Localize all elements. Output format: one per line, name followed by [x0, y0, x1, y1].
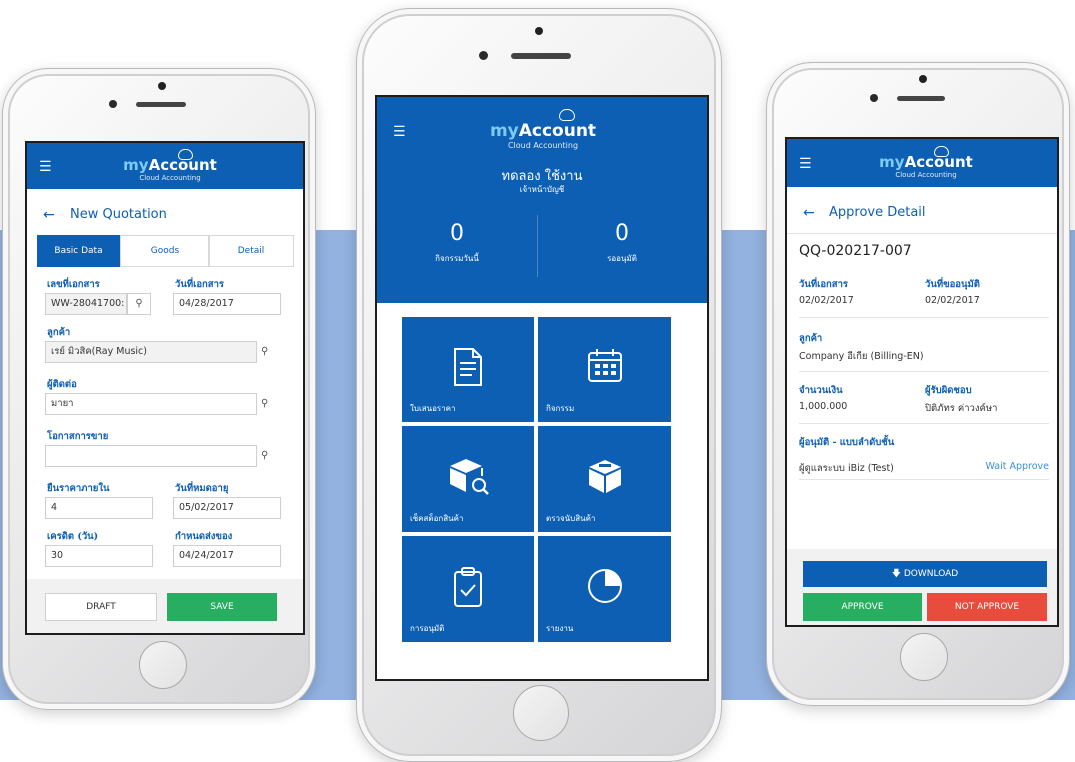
earpiece-speaker	[136, 102, 186, 107]
divider	[799, 317, 1049, 318]
price-confirm-field[interactable]: 4	[45, 497, 153, 519]
left-phone: ☰ myAccount Cloud Accounting ← New Quota…	[2, 68, 316, 710]
approver-status[interactable]: Wait Approve	[985, 461, 1049, 472]
front-sensor	[158, 82, 166, 90]
stock-search-icon	[450, 459, 489, 495]
divider	[799, 371, 1049, 372]
front-sensor	[535, 27, 543, 35]
owner-label: ผู้รับผิดชอบ	[925, 385, 972, 396]
opportunity-label: โอกาสการขาย	[47, 431, 109, 442]
app-header: ☰ myAccount Cloud Accounting	[787, 139, 1057, 187]
request-date-value: 02/02/2017	[925, 295, 980, 306]
save-button[interactable]: SAVE	[167, 593, 277, 621]
doc-date-field[interactable]: 04/28/2017	[173, 293, 281, 315]
doc-no-label: เลขที่เอกสาร	[47, 279, 100, 290]
tab-goods[interactable]: Goods	[120, 235, 210, 267]
delivery-field[interactable]: 04/24/2017	[173, 545, 281, 567]
tile-stock-count[interactable]: ตรวจนับสินค้า	[538, 426, 671, 532]
home-button[interactable]	[139, 641, 187, 689]
contact-search-icon[interactable]: ⚲	[261, 398, 268, 409]
clipboard-check-icon	[454, 567, 482, 607]
amount-label: จำนวนเงิน	[799, 385, 843, 396]
back-arrow-icon[interactable]: ←	[43, 207, 55, 223]
opportunity-field[interactable]	[45, 445, 257, 467]
expire-label: วันที่หมดอายุ	[175, 483, 229, 494]
document-number: QQ-020217-007	[799, 243, 912, 259]
contact-field[interactable]: มายา	[45, 393, 257, 415]
menu-icon[interactable]: ☰	[393, 125, 406, 139]
app-logo: myAccount Cloud Accounting	[871, 146, 981, 179]
back-arrow-icon[interactable]: ←	[803, 205, 815, 221]
request-date-label: วันที่ขออนุมัติ	[925, 279, 980, 290]
price-confirm-label: ยืนราคาภายใน	[47, 483, 110, 494]
left-screen: ☰ myAccount Cloud Accounting ← New Quota…	[25, 141, 305, 635]
user-role: เจ้าหน้าบัญชี	[519, 185, 565, 194]
tab-detail[interactable]: Detail	[208, 235, 294, 267]
divider	[799, 479, 1049, 480]
approver-value: ผู้ดูแลระบบ iBiz (Test)	[799, 463, 894, 474]
right-phone: ☰ myAccount Cloud Accounting ← Approve D…	[766, 62, 1070, 706]
app-header: ☰ myAccount Cloud Accounting	[27, 143, 303, 189]
tab-basic-data[interactable]: Basic Data	[37, 235, 120, 267]
cloud-icon	[559, 109, 575, 121]
customer-label: ลูกค้า	[799, 333, 823, 344]
center-phone: ☰ myAccount Cloud Accounting ทดลอง ใช้งา…	[356, 8, 722, 762]
doc-date-value: 02/02/2017	[799, 295, 854, 306]
page-title: New Quotation	[70, 207, 167, 222]
front-sensor	[919, 75, 927, 83]
cloud-icon	[178, 149, 193, 160]
stat-pending-approval[interactable]: 0 รออนุมัติ	[537, 221, 707, 265]
calendar-icon	[587, 349, 622, 382]
contact-label: ผู้ติดต่อ	[47, 379, 77, 390]
earpiece-speaker	[511, 53, 571, 59]
doc-no-search-button[interactable]: ⚲	[127, 293, 151, 315]
page-title: Approve Detail	[829, 205, 926, 220]
center-screen: ☰ myAccount Cloud Accounting ทดลอง ใช้งา…	[375, 95, 709, 681]
customer-field[interactable]: เรย์ มิวสิค(Ray Music)	[45, 341, 257, 363]
download-icon: 🡇	[891, 569, 904, 579]
right-screen: ☰ myAccount Cloud Accounting ← Approve D…	[785, 137, 1059, 627]
divider	[787, 233, 1057, 234]
tile-activities[interactable]: กิจกรรม	[538, 317, 671, 422]
delivery-label: กำหนดส่งของ	[175, 531, 233, 542]
front-camera	[109, 100, 117, 108]
app-logo: myAccount Cloud Accounting	[115, 149, 225, 182]
doc-no-field[interactable]: WW-28041700:	[45, 293, 127, 315]
doc-date-label: วันที่เอกสาร	[175, 279, 225, 290]
app-logo: myAccount Cloud Accounting	[483, 109, 603, 150]
box-icon	[588, 460, 621, 493]
approve-button[interactable]: APPROVE	[803, 593, 922, 621]
dashboard-header: ☰ myAccount Cloud Accounting ทดลอง ใช้งา…	[377, 97, 707, 303]
tile-stock-check[interactable]: เช็คสต็อกสินค้า	[402, 426, 534, 532]
approver-label: ผู้อนุมัติ - แบบลำดับชั้น	[799, 437, 895, 448]
stat-activities-today[interactable]: 0 กิจกรรมวันนี้	[377, 221, 537, 265]
divider	[799, 423, 1049, 424]
doc-date-label: วันที่เอกสาร	[799, 279, 849, 290]
pie-chart-icon	[587, 569, 622, 603]
front-camera	[870, 94, 878, 102]
menu-icon[interactable]: ☰	[799, 157, 812, 171]
home-button[interactable]	[900, 633, 948, 681]
not-approve-button[interactable]: NOT APPROVE	[927, 593, 1047, 621]
document-icon	[454, 348, 482, 386]
customer-value: Company อีเกีย (Billing-EN)	[799, 351, 924, 362]
opportunity-search-icon[interactable]: ⚲	[261, 450, 268, 461]
expire-field[interactable]: 05/02/2017	[173, 497, 281, 519]
download-button[interactable]: 🡇 DOWNLOAD	[803, 561, 1047, 587]
home-button[interactable]	[513, 685, 569, 741]
tile-reports[interactable]: รายงาน	[538, 536, 671, 642]
earpiece-speaker	[897, 96, 945, 101]
credit-label: เครดิต (วัน)	[47, 531, 99, 542]
customer-label: ลูกค้า	[47, 327, 71, 338]
customer-search-icon[interactable]: ⚲	[261, 346, 268, 357]
tile-approval[interactable]: การอนุมัติ	[402, 536, 534, 642]
amount-value: 1,000.000	[799, 401, 848, 412]
draft-button[interactable]: DRAFT	[45, 593, 157, 621]
menu-icon[interactable]: ☰	[39, 160, 52, 174]
owner-value: ปิติภัทร ค่าวงค์ษา	[925, 403, 998, 414]
cloud-icon	[934, 146, 949, 157]
credit-field[interactable]: 30	[45, 545, 153, 567]
tile-quotation[interactable]: ใบเสนอราคา	[402, 317, 534, 422]
front-camera	[479, 51, 488, 60]
